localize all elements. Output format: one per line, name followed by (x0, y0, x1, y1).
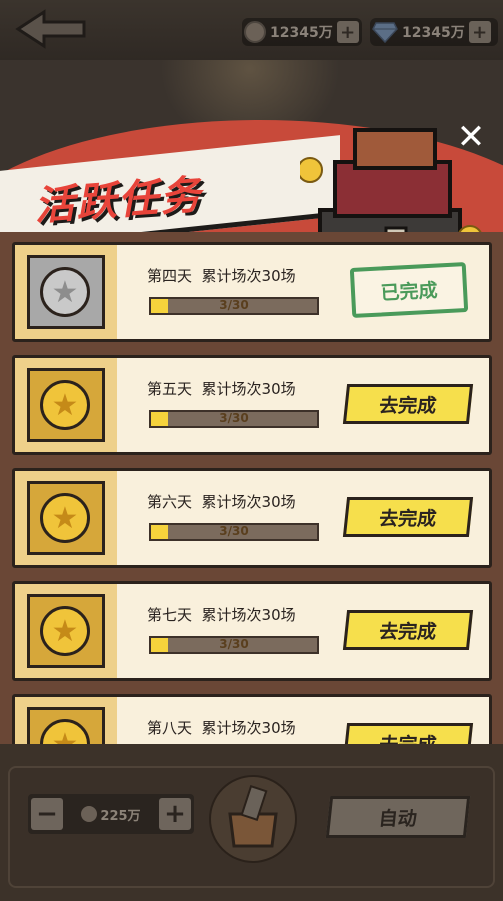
task-card: ★ 第七天 累计场次30场 3/30 去完成 (12, 581, 492, 681)
top-bar: 12345万 + 12345万 + (0, 0, 503, 60)
gold-currency: 12345万 + (242, 18, 362, 46)
star-medal-icon: ★ (40, 606, 90, 656)
diamond-amount: 12345万 (402, 25, 465, 41)
reward-frame: ★ (27, 707, 105, 744)
task-card: ★ 第四天 累计场次30场 3/30 已完成 (12, 242, 492, 342)
progress-text: 3/30 (219, 298, 249, 312)
page-title: 活跃任务 (32, 172, 204, 230)
reward-area: ★ (15, 245, 117, 339)
go-complete-button[interactable]: 去完成 (342, 497, 474, 537)
reward-area: ★ (15, 358, 117, 452)
progress-text: 3/30 (219, 637, 249, 651)
bet-stepper: − 225万 + (28, 794, 194, 834)
progress-bar: 3/30 (149, 523, 319, 541)
gold-coin-icon (81, 806, 98, 822)
gold-coin-icon (244, 21, 266, 43)
reward-frame: ★ (27, 594, 105, 668)
go-complete-button[interactable]: 去完成 (342, 384, 474, 424)
go-complete-button[interactable]: 去完成 (342, 723, 474, 744)
completed-stamp: 已完成 (349, 261, 469, 319)
decrease-button[interactable]: − (31, 798, 63, 830)
task-description: 第五天 累计场次30场 (147, 380, 296, 398)
task-description: 第七天 累计场次30场 (147, 606, 296, 624)
task-description: 第六天 累计场次30场 (147, 493, 296, 511)
star-medal-icon: ★ (40, 493, 90, 543)
add-diamond-button[interactable]: + (468, 21, 491, 43)
star-medal-icon: ★ (40, 719, 90, 744)
back-arrow-icon[interactable] (10, 8, 90, 50)
progress-bar: 3/30 (149, 297, 319, 315)
reward-area: ★ (15, 471, 117, 565)
reward-frame: ★ (27, 368, 105, 442)
task-card: ★ 第六天 累计场次30场 3/30 去完成 (12, 468, 492, 568)
bottom-panel: − 225万 + 自动 (0, 744, 503, 901)
reward-area: ★ (15, 584, 117, 678)
diamond-icon (372, 22, 398, 43)
reward-frame: ★ (27, 255, 105, 329)
task-description: 第八天 累计场次30场 (147, 719, 296, 737)
bet-value: 225万 (66, 805, 156, 824)
star-medal-icon: ★ (40, 380, 90, 430)
progress-bar: 3/30 (149, 410, 319, 428)
progress-bar: 3/30 (149, 636, 319, 654)
increase-button[interactable]: + (159, 798, 191, 830)
progress-text: 3/30 (219, 524, 249, 538)
task-list[interactable]: ★ 第四天 累计场次30场 3/30 已完成 ★ 第五天 累计场次30场 3/3… (0, 232, 503, 744)
auto-button[interactable]: 自动 (325, 796, 471, 838)
task-card: ★ 第八天 累计场次30场 去完成 (12, 694, 492, 744)
crate-icon[interactable] (208, 774, 298, 864)
reward-area: ★ (15, 697, 117, 744)
task-card: ★ 第五天 累计场次30场 3/30 去完成 (12, 355, 492, 455)
go-complete-button[interactable]: 去完成 (342, 610, 474, 650)
diamond-currency: 12345万 + (370, 18, 498, 46)
reward-frame: ★ (27, 481, 105, 555)
close-button[interactable]: ✕ (452, 118, 490, 156)
task-banner: 活跃任务 ✕ (0, 60, 503, 240)
bet-amount: 225万 (100, 808, 141, 824)
gold-amount: 12345万 (270, 25, 333, 41)
star-medal-icon: ★ (40, 267, 90, 317)
progress-text: 3/30 (219, 411, 249, 425)
task-description: 第四天 累计场次30场 (147, 267, 296, 285)
add-gold-button[interactable]: + (336, 21, 359, 43)
